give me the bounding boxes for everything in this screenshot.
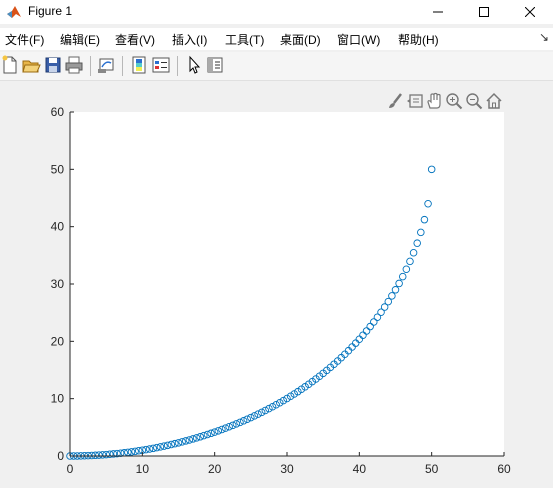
x-tick-label: 10: [136, 462, 150, 476]
y-tick-label: 40: [51, 220, 65, 234]
y-tick-label: 60: [51, 105, 65, 119]
x-tick-label: 0: [67, 462, 74, 476]
y-tick-label: 0: [57, 449, 64, 463]
y-tick-label: 20: [51, 334, 65, 348]
scatter-plot[interactable]: 0 10 20 30 40 50 60 0 10 20 30 40 50 60: [0, 0, 553, 488]
axes-background[interactable]: [70, 112, 504, 456]
y-tick-label: 50: [51, 162, 65, 176]
x-tick-label: 40: [353, 462, 367, 476]
y-tick-label: 10: [51, 392, 65, 406]
y-tick-label: 30: [51, 277, 65, 291]
x-tick-label: 30: [280, 462, 294, 476]
x-tick-label: 20: [208, 462, 222, 476]
x-tick-label: 50: [425, 462, 439, 476]
x-tick-label: 60: [497, 462, 511, 476]
